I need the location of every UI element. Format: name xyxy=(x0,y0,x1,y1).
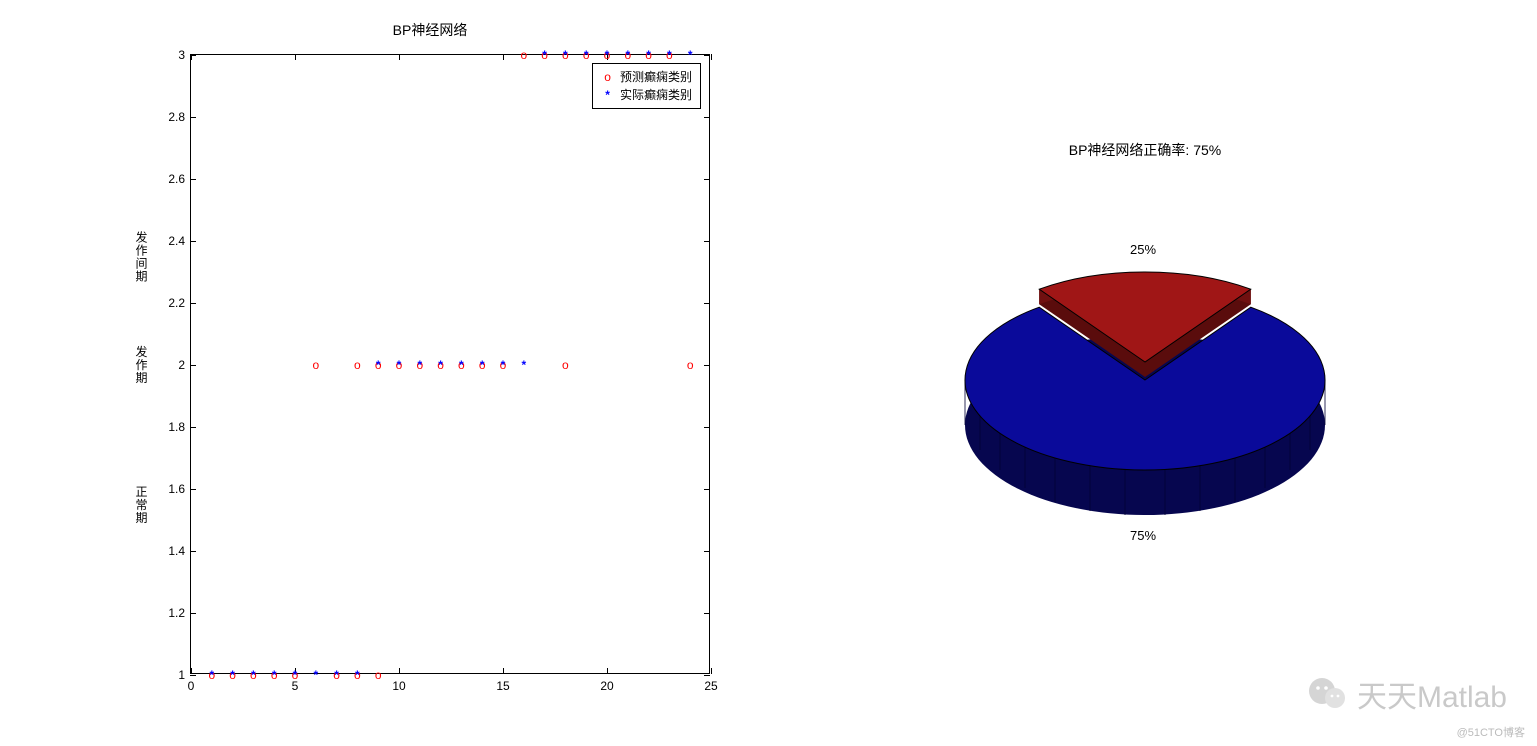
pie-figure: BP神经网络正确率: 75% xyxy=(905,140,1385,600)
predicted-point: o xyxy=(396,359,403,371)
actual-point: * xyxy=(397,359,402,371)
predicted-point: o xyxy=(354,359,361,371)
y-tick-label: 2.2 xyxy=(157,296,185,310)
scatter-figure: BP神经网络 o 预测癫痫类别 * 实际癫痫类别 11.21.41.61.822… xyxy=(130,20,730,700)
actual-point: * xyxy=(376,359,381,371)
actual-point: * xyxy=(459,359,464,371)
pie-label-25: 25% xyxy=(1130,242,1156,257)
x-tick-label: 5 xyxy=(292,679,299,693)
y-tick-label: 3 xyxy=(157,48,185,62)
actual-point: * xyxy=(521,359,526,371)
x-tick-label: 0 xyxy=(188,679,195,693)
watermark: 天天Matlab xyxy=(1307,672,1507,716)
actual-point: * xyxy=(625,49,630,61)
predicted-point: o xyxy=(541,49,548,61)
legend-entry-predicted: o 预测癫痫类别 xyxy=(599,68,692,86)
actual-point: * xyxy=(584,49,589,61)
actual-point: * xyxy=(501,359,506,371)
x-tick-label: 15 xyxy=(496,679,509,693)
y-tick-label: 1 xyxy=(157,668,185,682)
predicted-point: o xyxy=(312,359,319,371)
predicted-point: o xyxy=(624,49,631,61)
predicted-point: o xyxy=(437,359,444,371)
actual-point: * xyxy=(230,669,235,681)
predicted-point: o xyxy=(208,669,215,681)
y-category-label: 发作间期 xyxy=(133,231,150,283)
star-marker-icon: * xyxy=(599,86,617,104)
predicted-point: o xyxy=(666,49,673,61)
predicted-point: o xyxy=(416,359,423,371)
actual-point: * xyxy=(542,49,547,61)
predicted-point: o xyxy=(645,49,652,61)
actual-point: * xyxy=(313,669,318,681)
predicted-point: o xyxy=(562,359,569,371)
y-tick-label: 2 xyxy=(157,358,185,372)
predicted-point: o xyxy=(333,669,340,681)
actual-point: * xyxy=(355,669,360,681)
predicted-point: o xyxy=(520,49,527,61)
predicted-point: o xyxy=(583,49,590,61)
predicted-point: o xyxy=(458,359,465,371)
predicted-point: o xyxy=(354,669,361,681)
y-category-label: 发作期 xyxy=(133,346,150,385)
pie-chart: 25% 75% xyxy=(905,190,1385,570)
predicted-point: o xyxy=(479,359,486,371)
x-tick-label: 10 xyxy=(392,679,405,693)
predicted-point: o xyxy=(687,359,694,371)
wechat-icon xyxy=(1307,674,1347,714)
actual-point: * xyxy=(334,669,339,681)
x-tick-label: 25 xyxy=(704,679,717,693)
legend-label: 实际癫痫类别 xyxy=(620,88,692,102)
actual-point: * xyxy=(480,359,485,371)
actual-point: * xyxy=(251,669,256,681)
y-tick-label: 2.6 xyxy=(157,172,185,186)
predicted-point: o xyxy=(375,669,382,681)
legend-box: o 预测癫痫类别 * 实际癫痫类别 xyxy=(592,63,701,109)
credit-text: @51CTO博客 xyxy=(1457,724,1525,740)
circle-marker-icon: o xyxy=(599,68,617,86)
predicted-point: o xyxy=(562,49,569,61)
predicted-point: o xyxy=(500,359,507,371)
y-tick-label: 1.4 xyxy=(157,544,185,558)
scatter-title: BP神经网络 xyxy=(130,20,730,40)
actual-point: * xyxy=(646,49,651,61)
legend-entry-actual: * 实际癫痫类别 xyxy=(599,86,692,104)
actual-point: * xyxy=(563,49,568,61)
y-tick-label: 2.8 xyxy=(157,110,185,124)
actual-point: * xyxy=(438,359,443,371)
x-tick-label: 20 xyxy=(600,679,613,693)
actual-point: * xyxy=(272,669,277,681)
pie-label-75: 75% xyxy=(1130,528,1156,543)
y-tick-label: 1.8 xyxy=(157,420,185,434)
y-category-label: 正常期 xyxy=(133,485,150,524)
predicted-point: o xyxy=(250,669,257,681)
y-tick-label: 2.4 xyxy=(157,234,185,248)
legend-label: 预测癫痫类别 xyxy=(620,70,692,84)
actual-point: * xyxy=(667,49,672,61)
watermark-text: 天天Matlab xyxy=(1357,672,1507,716)
y-tick-label: 1.2 xyxy=(157,606,185,620)
predicted-point: o xyxy=(271,669,278,681)
scatter-plot-area: o 预测癫痫类别 * 实际癫痫类别 11.21.41.61.822.22.42.… xyxy=(190,54,710,674)
predicted-point: o xyxy=(229,669,236,681)
actual-point: * xyxy=(209,669,214,681)
predicted-point: o xyxy=(375,359,382,371)
actual-point: * xyxy=(688,49,693,61)
actual-point: * xyxy=(417,359,422,371)
y-tick-label: 1.6 xyxy=(157,482,185,496)
pie-title: BP神经网络正确率: 75% xyxy=(905,140,1385,160)
